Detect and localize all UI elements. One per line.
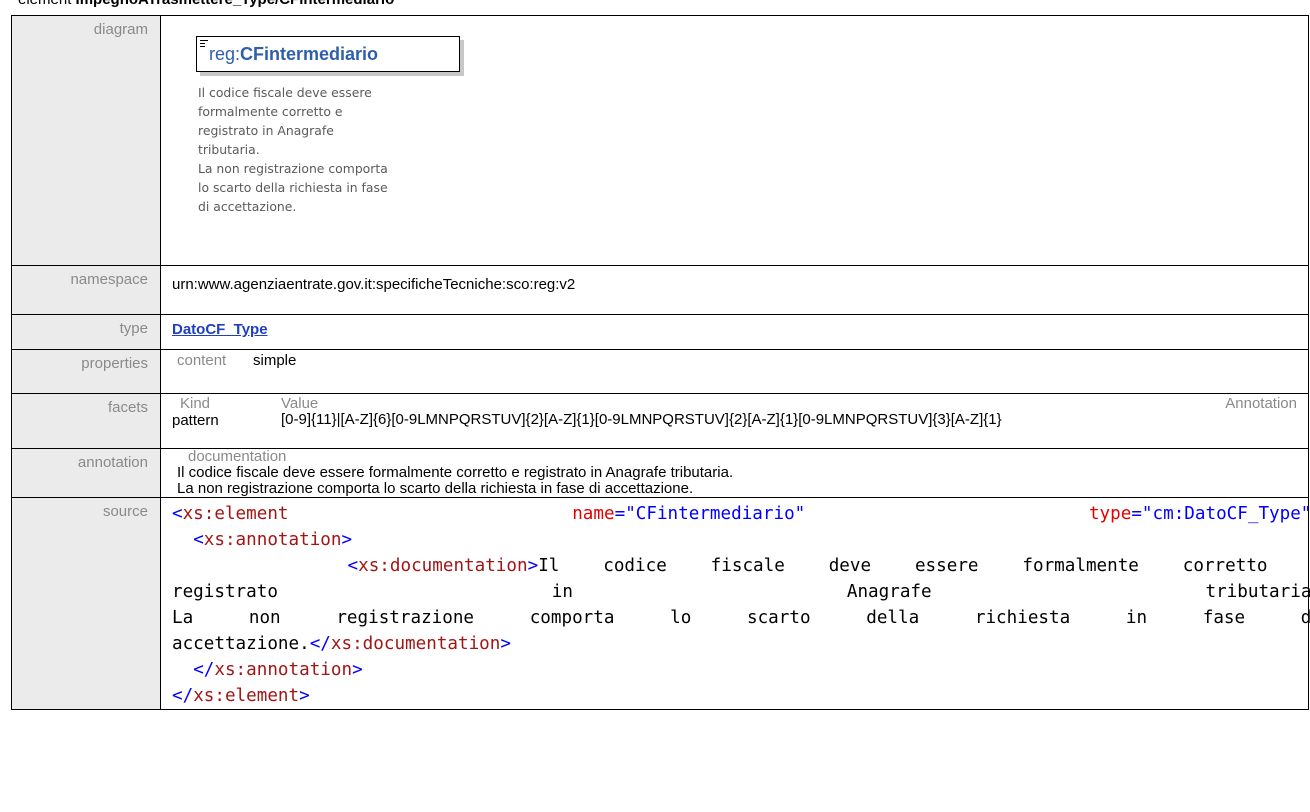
source-line: registrato in Anagrafe tributaria. [172,579,1310,605]
properties-cell: content simple [160,349,1309,394]
diagram-doc-line: tributaria. [198,142,260,157]
facets-cell: Kind Value Annotation pattern [0-9]{11}|… [160,393,1309,449]
label-namespace: namespace [11,265,161,315]
type-cell: DatoCF_Type [160,314,1309,350]
namespace-value: urn:www.agenziaentrate.gov.it:specifiche… [160,265,1309,315]
type-link[interactable]: DatoCF_Type [172,321,268,338]
element-diagram: reg:CFintermediario Il codice fiscale de… [172,16,1308,260]
label-diagram: diagram [11,15,161,266]
page-title-prefix: element [18,0,76,8]
facet-kind: pattern [172,412,219,429]
facet-pattern-value: [0-9]{11}|[A-Z]{6}[0-9LMNPQRSTUV]{2}[A-Z… [281,411,1002,428]
source-text: accettazione. [172,634,310,654]
source-attr-name: type [1088,504,1132,524]
property-row: content simple [172,350,1308,369]
diagram-doc-line: Il codice fiscale deve essere [198,85,372,100]
diagram-doc-line: di accettazione. [198,199,297,214]
row-source: source <xs:element name="CFintermediario… [11,497,1310,710]
label-properties: properties [11,349,161,394]
source-text: registrato in Anagrafe tributaria. [172,582,1310,602]
element-name: CFintermediario [240,44,379,64]
element-icon [200,40,208,49]
property-value: simple [253,352,297,369]
annotation-cell: documentation Il codice fiscale deve ess… [160,448,1309,498]
element-box-label: reg:CFintermediario [209,44,378,65]
row-type: type DatoCF_Type [11,314,1309,350]
facet-head-annotation: Annotation [1225,395,1297,412]
source-line: </xs:annotation> [193,660,363,680]
element-box: reg:CFintermediario [196,36,460,72]
source-tag: xs:annotation [214,660,353,680]
diagram-cell: reg:CFintermediario Il codice fiscale de… [160,15,1309,266]
element-doc-table: diagram reg:CFintermediario Il codice fi… [11,15,1310,710]
source-line: <xs:documentation>Il codice fiscale deve… [172,553,1310,579]
diagram-doc-line: La non registrazione comporta [198,161,388,176]
source-attr-value: "CFintermediario" [625,504,806,524]
diagram-doc-line: registrato in Anagrafe [198,123,334,138]
source-code: <xs:element name="CFintermediario" type=… [172,498,1310,709]
diagram-documentation: Il codice fiscale deve essere formalment… [198,83,428,216]
source-line: </xs:element> [172,686,310,706]
source-tag: xs:documentation [330,634,501,654]
label-type: type [11,314,161,350]
source-tag: xs:element [182,504,289,524]
annotation-line: Il codice fiscale deve essere formalment… [177,464,734,481]
property-key: content [177,352,227,369]
label-facets: facets [11,393,161,449]
page-title-name: ImpegnoATrasmettere_Type/CFintermediario [76,0,395,8]
source-tag: xs:annotation [203,530,342,550]
row-annotation: annotation documentation Il codice fisca… [11,448,1309,498]
row-properties: properties content simple [11,349,1309,394]
source-text: La non registrazione comporta lo scarto … [172,608,1310,628]
label-annotation: annotation [11,448,161,498]
facet-head-value: Value [281,395,319,412]
row-facets: facets Kind Value Annotation pattern [0-… [11,393,1309,449]
source-tag: xs:element [193,686,300,706]
source-line: La non registrazione comporta lo scarto … [172,605,1310,631]
diagram-doc-line: formalmente corretto e [198,104,343,119]
source-line: <xs:element name="CFintermediario" type=… [172,504,1310,524]
source-line: <xs:annotation> [193,530,353,550]
facet-head-kind: Kind [180,395,211,412]
element-prefix: reg: [209,44,241,64]
row-namespace: namespace urn:www.agenziaentrate.gov.it:… [11,265,1309,315]
diagram-doc-line: lo scarto della richiesta in fase [198,180,388,195]
label-source: source [11,497,161,710]
annotation-line: La non registrazione comporta lo scarto … [177,480,694,497]
source-text: Il codice fiscale deve essere formalment… [538,556,1310,576]
source-attr-name: name [572,504,615,524]
source-tag: xs:documentation [358,556,528,576]
facets-table: Kind Value Annotation pattern [0-9]{11}|… [172,394,1308,443]
source-attr-value: "cm:DatoCF_Type" [1141,504,1310,524]
row-diagram: diagram reg:CFintermediario Il codice fi… [11,15,1309,266]
page-title: element ImpegnoATrasmettere_Type/CFinter… [18,0,394,8]
annotation-head: documentation [188,448,287,465]
source-cell: <xs:element name="CFintermediario" type=… [160,497,1310,710]
source-line: accettazione.</xs:documentation> [172,634,511,654]
